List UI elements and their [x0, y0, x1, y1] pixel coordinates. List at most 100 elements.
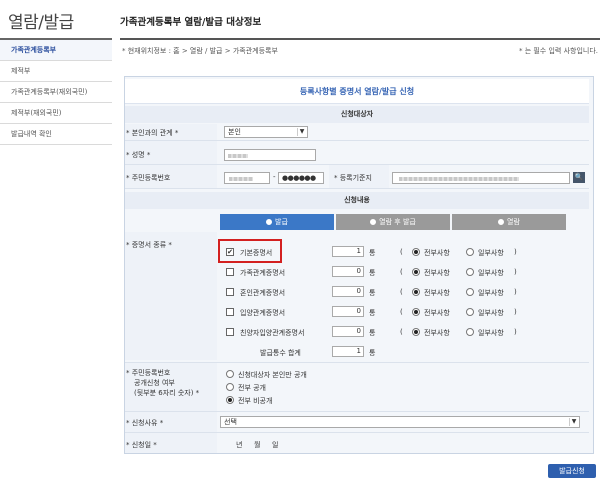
date-month: 월 — [254, 441, 261, 449]
title-divider — [120, 38, 600, 40]
radio-all-family[interactable] — [412, 268, 420, 276]
paren-open: ( — [400, 328, 403, 336]
relation-label: * 본인과의 관계 * — [126, 129, 179, 137]
tab-view-then-issue-label: 열람 후 발급 — [379, 218, 416, 226]
opt-all-full-adoption: 전부사항 — [424, 329, 450, 337]
cert-count-full-adoption[interactable]: 0 — [332, 326, 364, 337]
disclosure-radio-self[interactable] — [226, 370, 234, 378]
paren-close: ) — [514, 248, 517, 256]
cert-count-marriage[interactable]: 0 — [332, 286, 364, 297]
disclosure-label-3: (뒷부분 6자리 숫자) * — [134, 389, 200, 397]
reg-base-input[interactable] — [392, 172, 570, 184]
submit-button[interactable]: 발급신청 — [548, 464, 596, 478]
blurred-name — [228, 154, 248, 158]
radio-all-full-adoption[interactable] — [412, 328, 420, 336]
disclosure-radio-none[interactable] — [226, 396, 234, 404]
tab-view[interactable]: 열람 — [452, 214, 566, 230]
paren-close: ) — [514, 328, 517, 336]
cert-name-family: 가족관계증명서 — [240, 269, 286, 277]
radio-icon — [266, 219, 273, 225]
chevron-down-icon: ▼ — [297, 128, 306, 136]
disclosure-option-none: 전부 비공개 — [238, 397, 273, 405]
sidebar-item-issue-history[interactable]: 발급내역 확인 — [0, 124, 112, 145]
tab-view-label: 열람 — [507, 218, 520, 226]
page-title: 가족관계등록부 열람/발급 대상정보 — [120, 17, 262, 28]
radio-all-adoption[interactable] — [412, 308, 420, 316]
main-content: 가족관계등록부 열람/발급 대상정보 * 현재위치정보 : 홈 > 열람 / 발… — [120, 0, 600, 484]
radio-icon — [498, 219, 505, 225]
tab-issue[interactable]: 발급 — [220, 214, 334, 230]
cert-name-adoption: 입양관계증명서 — [240, 309, 286, 317]
disclosure-option-all: 전부 공개 — [238, 384, 266, 392]
sidebar-item-family-register[interactable]: 가족관계등록부 — [0, 40, 112, 61]
search-icon[interactable]: 🔍 — [573, 172, 585, 183]
total-count: 1 — [332, 346, 364, 357]
cert-count-basic[interactable]: 1 — [332, 246, 364, 257]
paren-open: ( — [400, 288, 403, 296]
count-unit: 통 — [369, 289, 376, 297]
sidebar-item-removed-register[interactable]: 제적부 — [0, 61, 112, 82]
disclosure-label-2: 공개신청 여부 — [134, 379, 175, 387]
opt-part-family: 일부사항 — [478, 269, 504, 277]
radio-part-full-adoption[interactable] — [466, 328, 474, 336]
disclosure-radio-all[interactable] — [226, 383, 234, 391]
radio-part-adoption[interactable] — [466, 308, 474, 316]
radio-all-marriage[interactable] — [412, 288, 420, 296]
paren-open: ( — [400, 308, 403, 316]
cert-count-adoption[interactable]: 0 — [332, 306, 364, 317]
disclosure-option-self: 신청대상자 본인만 공개 — [238, 371, 307, 379]
opt-all-basic: 전부사항 — [424, 249, 450, 257]
reason-value: 선택 — [224, 418, 237, 426]
rrn-back-input[interactable]: ●●●●●● — [278, 172, 324, 184]
reason-select[interactable]: 선택 ▼ — [220, 416, 580, 428]
radio-part-marriage[interactable] — [466, 288, 474, 296]
relation-value: 본인 — [228, 128, 241, 136]
count-unit: 통 — [369, 309, 376, 317]
cert-name-marriage: 혼인관계증명서 — [240, 289, 286, 297]
rrn-front-input[interactable] — [224, 172, 270, 184]
reg-base-label: * 등록기준지 — [334, 174, 372, 182]
count-unit: 통 — [369, 329, 376, 337]
rrn-label: * 주민등록번호 — [126, 174, 171, 182]
count-unit: 통 — [369, 349, 376, 357]
sidebar-item-family-register-overseas[interactable]: 가족관계등록부(재외국민) — [0, 82, 112, 103]
sidebar-item-removed-register-overseas[interactable]: 제적부(재외국민) — [0, 103, 112, 124]
date-year: 년 — [236, 441, 243, 449]
cert-type-label: * 증명서 종류 * — [126, 241, 172, 249]
count-unit: 통 — [369, 269, 376, 277]
cert-checkbox-full-adoption[interactable] — [226, 328, 234, 336]
row-divider — [125, 140, 589, 141]
tab-issue-label: 발급 — [275, 218, 288, 226]
cert-checkbox-adoption[interactable] — [226, 308, 234, 316]
date-label: * 신청일 * — [126, 441, 157, 449]
cert-count-family[interactable]: 0 — [332, 266, 364, 277]
relation-select[interactable]: 본인 ▼ — [224, 126, 308, 138]
reason-label: * 신청사유 * — [126, 419, 164, 427]
highlight-box — [218, 239, 282, 263]
sidebar-menu: 가족관계등록부 제적부 가족관계등록부(재외국민) 제적부(재외국민) 발급내역… — [0, 38, 112, 145]
radio-part-basic[interactable] — [466, 248, 474, 256]
form-heading: 등록사항별 증명서 열람/발급 신청 — [125, 79, 589, 104]
count-unit: 통 — [369, 249, 376, 257]
date-day: 일 — [272, 441, 279, 449]
paren-open: ( — [400, 248, 403, 256]
paren-close: ) — [514, 308, 517, 316]
cert-name-full-adoption: 친양자입양관계증명서 — [240, 329, 305, 337]
radio-icon — [370, 219, 377, 225]
radio-part-family[interactable] — [466, 268, 474, 276]
name-label: * 성명 * — [126, 151, 151, 159]
opt-part-marriage: 일부사항 — [478, 289, 504, 297]
cert-checkbox-family[interactable] — [226, 268, 234, 276]
opt-all-adoption: 전부사항 — [424, 309, 450, 317]
paren-open: ( — [400, 268, 403, 276]
label-column-cert — [125, 232, 217, 360]
cert-checkbox-marriage[interactable] — [226, 288, 234, 296]
sidebar-title: 열람/발급 — [8, 13, 74, 33]
name-input[interactable] — [224, 149, 316, 161]
blurred-reg-base — [399, 177, 519, 181]
radio-all-basic[interactable] — [412, 248, 420, 256]
tab-view-then-issue[interactable]: 열람 후 발급 — [336, 214, 450, 230]
opt-all-family: 전부사항 — [424, 269, 450, 277]
breadcrumb: * 현재위치정보 : 홈 > 열람 / 발급 > 가족관계등록부 — [122, 47, 278, 55]
rrn-dash: - — [273, 173, 276, 181]
